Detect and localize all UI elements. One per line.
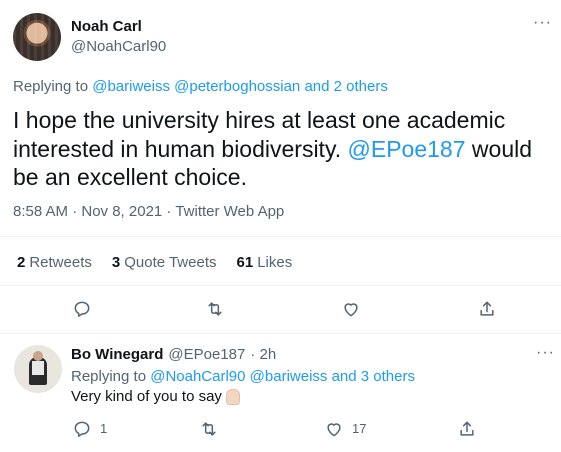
reply-icon[interactable] bbox=[71, 298, 93, 320]
heart-icon[interactable] bbox=[323, 418, 345, 440]
reply-text-body: Very kind of you to say bbox=[71, 388, 222, 405]
tweet-meta: 8:58 AM · Nov 8, 2021 · Twitter Web App bbox=[13, 203, 284, 220]
retweet-icon[interactable] bbox=[204, 298, 226, 320]
replying-to-and: and bbox=[300, 78, 334, 95]
likes-count: 61 bbox=[236, 254, 254, 271]
reply-text: Very kind of you to say bbox=[71, 388, 240, 405]
replying-to-prefix: Replying to bbox=[13, 78, 93, 95]
reply-icon[interactable] bbox=[71, 418, 93, 440]
reply-time[interactable]: · 2h bbox=[250, 346, 276, 363]
tweet-mention-link[interactable]: @EPoe187 bbox=[348, 136, 466, 162]
reply-header: Bo Winegard @EPoe187 · 2h bbox=[71, 346, 276, 363]
quotes-label: Quote Tweets bbox=[124, 254, 217, 271]
retweets-count: 2 bbox=[17, 254, 26, 271]
likes-stat[interactable]: 61 Likes bbox=[237, 254, 293, 271]
divider bbox=[0, 333, 561, 334]
more-options-icon[interactable]: ··· bbox=[536, 344, 555, 362]
folded-hands-icon bbox=[225, 388, 240, 405]
reply-reply-count: 1 bbox=[100, 421, 108, 436]
reply-like-count: 17 bbox=[352, 421, 367, 436]
reply-replying-to-and: and bbox=[327, 368, 361, 385]
author-avatar[interactable] bbox=[13, 13, 61, 61]
replying-to-others[interactable]: 2 others bbox=[334, 78, 388, 95]
reply-author-handle[interactable]: @EPoe187 bbox=[168, 346, 245, 363]
replying-to-mentions[interactable]: @bariweiss @peterboghossian bbox=[92, 78, 300, 95]
reply-replying-to: Replying to @NoahCarl90 @bariweiss and 3… bbox=[71, 368, 415, 385]
tweet-timestamp[interactable]: 8:58 AM · Nov 8, 2021 · bbox=[13, 203, 175, 220]
reply-replying-to-prefix: Replying to bbox=[71, 368, 151, 385]
author-handle[interactable]: @NoahCarl90 bbox=[71, 38, 166, 55]
tweet-source[interactable]: Twitter Web App bbox=[175, 203, 284, 220]
reply-replying-to-mentions[interactable]: @NoahCarl90 @bariweiss bbox=[150, 368, 327, 385]
tweet-stats: 2 Retweets 3 Quote Tweets 61 Likes bbox=[17, 254, 312, 271]
share-icon[interactable] bbox=[456, 418, 478, 440]
more-options-icon[interactable]: ··· bbox=[533, 14, 552, 32]
reply-author-name[interactable]: Bo Winegard bbox=[71, 346, 163, 363]
likes-label: Likes bbox=[257, 254, 293, 271]
quote-tweets-stat[interactable]: 3 Quote Tweets bbox=[112, 254, 217, 271]
divider bbox=[0, 285, 561, 286]
retweet-icon[interactable] bbox=[198, 418, 220, 440]
author-name[interactable]: Noah Carl bbox=[71, 18, 142, 35]
replying-to: Replying to @bariweiss @peterboghossian … bbox=[13, 78, 388, 95]
reply-replying-to-others[interactable]: 3 others bbox=[361, 368, 415, 385]
heart-icon[interactable] bbox=[340, 298, 362, 320]
tweet-text: I hope the university hires at least one… bbox=[13, 106, 548, 192]
share-icon[interactable] bbox=[476, 298, 498, 320]
divider bbox=[0, 236, 561, 237]
quotes-count: 3 bbox=[111, 254, 121, 271]
retweets-label: Retweets bbox=[29, 254, 92, 271]
reply-author-avatar[interactable] bbox=[14, 345, 62, 393]
retweets-stat[interactable]: 2 Retweets bbox=[17, 254, 92, 271]
